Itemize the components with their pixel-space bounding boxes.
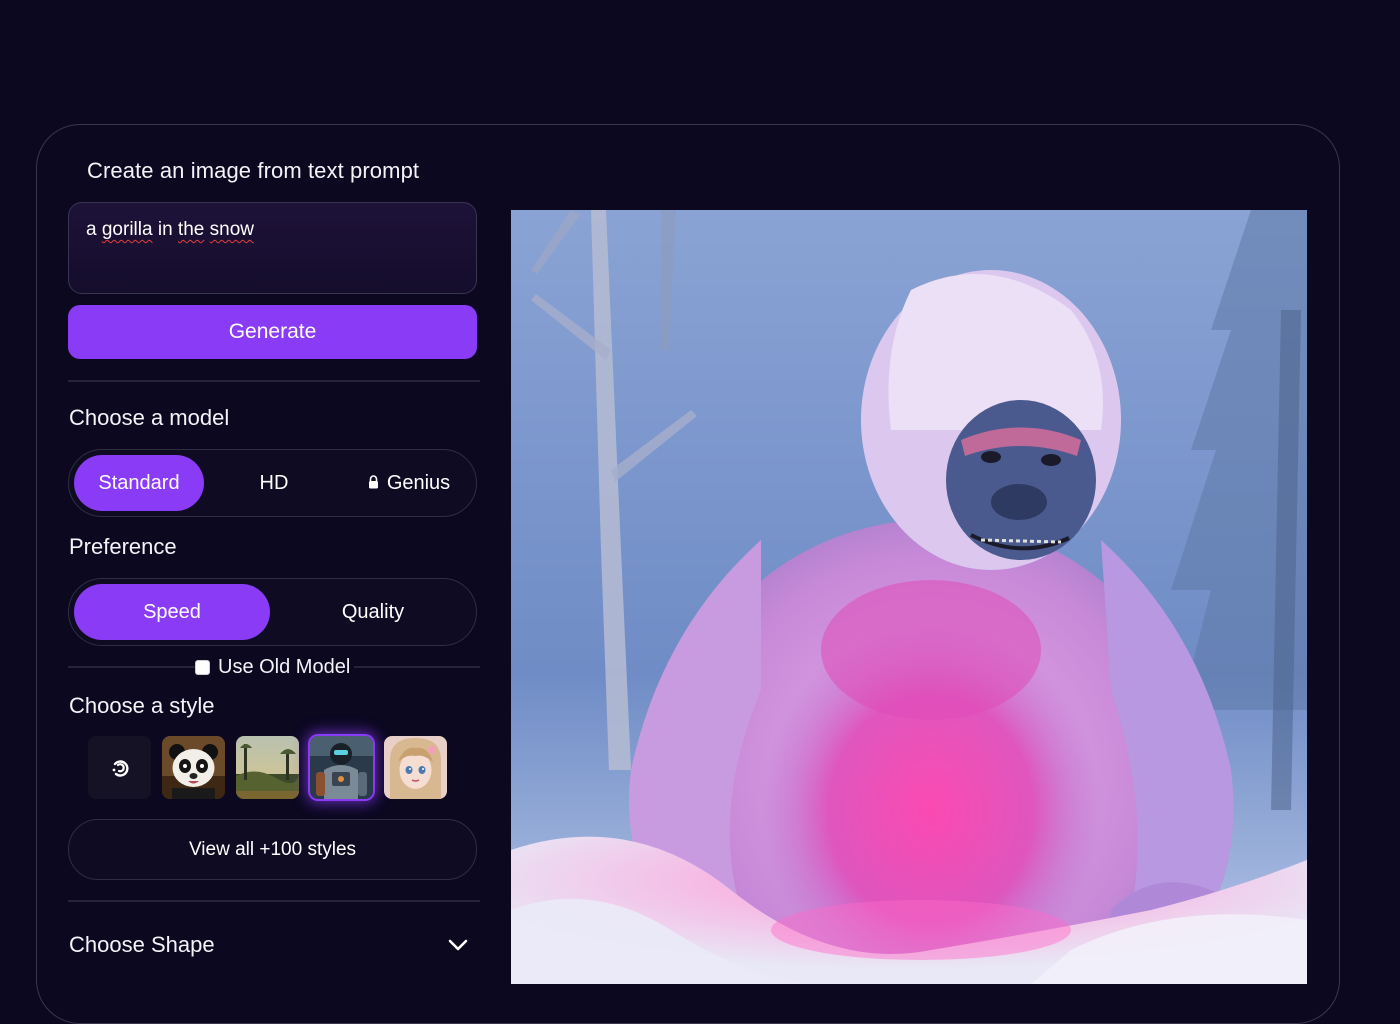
generated-image <box>511 210 1307 984</box>
model-label: Choose a model <box>69 405 230 430</box>
preference-selector: Speed Quality <box>68 578 477 646</box>
divider <box>68 380 480 382</box>
model-genius-option[interactable]: Genius <box>344 455 474 511</box>
robot-style-image <box>310 736 373 799</box>
panda-style-thumb[interactable] <box>162 736 225 799</box>
view-all-styles-button[interactable]: View all +100 styles <box>68 819 477 880</box>
use-old-model-checkbox[interactable] <box>195 660 210 675</box>
lock-icon <box>368 472 379 495</box>
use-old-model-toggle[interactable]: Use Old Model <box>195 656 355 679</box>
shape-label: Choose Shape <box>69 932 215 957</box>
gorilla-in-snow-image <box>511 210 1307 984</box>
robot-style-thumb[interactable] <box>310 736 373 799</box>
preference-label: Preference <box>69 534 177 559</box>
panel-title: Create an image from text prompt <box>87 158 420 183</box>
landscape-style-thumb[interactable] <box>236 736 299 799</box>
model-hd-option[interactable]: HD <box>209 455 339 511</box>
model-selector: Standard HD Genius <box>68 449 477 517</box>
prompt-input[interactable]: a gorilla in the snow <box>68 202 477 294</box>
anime-girl-style-thumb[interactable] <box>384 736 447 799</box>
random-swirl-icon <box>112 759 129 777</box>
model-standard-option[interactable]: Standard <box>74 455 204 511</box>
choose-shape-dropdown[interactable]: Choose Shape <box>69 928 469 962</box>
preference-speed-option[interactable]: Speed <box>74 584 270 640</box>
anime-girl-style-image <box>384 736 447 799</box>
landscape-style-image <box>236 736 299 799</box>
random-style-thumb[interactable] <box>88 736 151 799</box>
chevron-down-icon <box>448 939 468 951</box>
prompt-text[interactable]: a gorilla in the snow <box>86 219 459 241</box>
divider <box>68 900 480 902</box>
panda-style-image <box>162 736 225 799</box>
generate-button[interactable]: Generate <box>68 305 477 359</box>
preference-quality-option[interactable]: Quality <box>274 584 472 640</box>
style-label: Choose a style <box>69 693 215 718</box>
